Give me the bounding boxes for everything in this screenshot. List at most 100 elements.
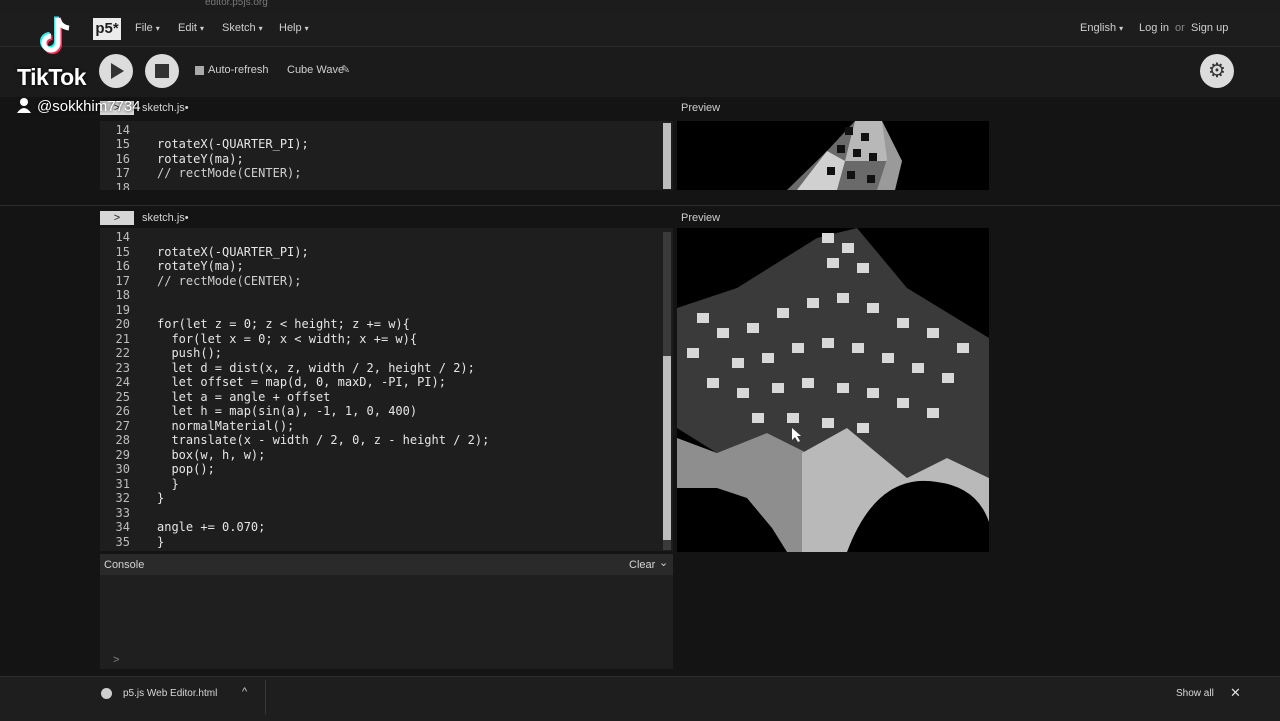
menu-sketch[interactable]: Sketch ▾ — [222, 22, 263, 34]
line-number: 16 — [115, 152, 130, 166]
code-text: let offset = map(d, 0, maxD, -PI, PI); — [157, 375, 446, 389]
file-tab-label: sketch.js — [142, 102, 185, 114]
chevron-up-icon[interactable]: ^ — [242, 686, 247, 698]
stop-icon — [155, 64, 169, 78]
line-number: 17 — [115, 166, 130, 180]
play-button[interactable] — [99, 54, 133, 88]
code-text: } — [157, 534, 165, 549]
download-item[interactable]: p5.js Web Editor.html — [123, 688, 217, 699]
code-text: rotateX(-QUARTER_PI); — [157, 137, 309, 151]
chevron-down-icon: ▾ — [304, 24, 309, 33]
line-number: 18 — [115, 181, 130, 190]
code-text: pop(); — [157, 462, 215, 476]
chevron-down-icon: ▾ — [258, 24, 263, 33]
preview-label: Preview — [681, 102, 721, 114]
code-editor[interactable]: 14 15 rotateX(-QUARTER_PI); 16 rotateY(ma); 1… — [100, 228, 673, 551]
user-icon — [17, 98, 31, 113]
menu-file[interactable]: File ▾ — [135, 22, 160, 34]
pencil-icon[interactable]: ✎ — [341, 63, 350, 76]
code-text: rotateY(ma); — [157, 152, 244, 166]
file-tab-sketch-js[interactable]: sketch.js• — [142, 212, 189, 224]
code-text: rotateY(ma); — [157, 259, 244, 273]
menu-edit[interactable]: Edit ▾ — [178, 22, 204, 34]
line-number: 31 — [115, 476, 130, 491]
line-number: 28 — [115, 433, 130, 447]
auto-refresh-checkbox[interactable] — [195, 66, 204, 75]
line-number: 22 — [115, 346, 130, 360]
show-all-button[interactable]: Show all — [1176, 688, 1214, 699]
code-text: translate(x - width / 2, 0, z - height /… — [157, 433, 490, 447]
menu-help[interactable]: Help ▾ — [279, 22, 309, 34]
stop-button[interactable] — [145, 54, 179, 88]
mini-preview-canvas — [677, 121, 989, 190]
login-link[interactable]: Log in — [1139, 22, 1169, 34]
address-bar-url[interactable]: editor.p5js.org — [205, 0, 268, 8]
tiktok-brand: TikTok — [17, 64, 87, 90]
line-number: 30 — [115, 462, 130, 476]
editor-scrollbar-thumb[interactable] — [663, 356, 671, 540]
tiktok-handle: @sokkhim7734 — [37, 98, 141, 115]
menu-sketch-label: Sketch — [222, 22, 256, 34]
mini-code-editor[interactable]: 14 15 rotateX(-QUARTER_PI); 16 rotateY(ma)… — [100, 121, 673, 190]
expand-sidebar-button[interactable]: > — [100, 211, 134, 225]
line-number: 27 — [115, 418, 130, 433]
p5-logo[interactable]: p5* — [93, 18, 121, 40]
settings-button[interactable]: ⚙ — [1200, 54, 1234, 88]
code-text: normalMaterial(); — [157, 418, 295, 433]
file-tab-label: sketch.js — [142, 212, 185, 224]
line-number: 14 — [115, 123, 130, 137]
file-tab-sketch-js[interactable]: sketch.js• — [142, 102, 189, 114]
line-number: 15 — [115, 244, 130, 259]
sketch-name[interactable]: Cube Wave — [287, 64, 344, 76]
chevron-down-icon: ▾ — [199, 24, 204, 33]
line-number: 16 — [115, 259, 130, 273]
line-number: 32 — [115, 491, 130, 505]
divider — [265, 680, 266, 714]
mini-editor-scrollbar[interactable] — [663, 123, 671, 189]
menu-help-label: Help — [279, 22, 302, 34]
signup-link[interactable]: Sign up — [1191, 22, 1228, 34]
console-clear-button[interactable]: Clear — [629, 559, 655, 571]
preview-label: Preview — [681, 212, 721, 224]
panel-divider — [0, 205, 1280, 206]
console-output[interactable] — [100, 575, 673, 669]
code-text: let h = map(sin(a), -1, 1, 0, 400) — [157, 404, 418, 418]
unsaved-indicator: • — [184, 212, 189, 224]
gear-icon: ⚙ — [1208, 60, 1226, 82]
chevron-down-icon[interactable]: ⌄ — [659, 556, 668, 569]
console-header — [100, 554, 673, 575]
code-text: rotateX(-QUARTER_PI); — [157, 244, 309, 259]
language-label: English — [1080, 22, 1117, 34]
close-icon[interactable]: ✕ — [1230, 685, 1241, 701]
menu-file-label: File — [135, 22, 153, 34]
line-number: 19 — [115, 302, 130, 317]
line-number: 33 — [115, 505, 130, 520]
line-number: 23 — [115, 360, 130, 375]
code-text: for(let x = 0; x < width; x += w){ — [157, 331, 418, 346]
code-text: // rectMode(CENTER); — [157, 273, 302, 288]
or-text: or — [1175, 22, 1185, 34]
chevron-down-icon: ▾ — [1119, 24, 1124, 33]
code-text: } — [157, 491, 165, 505]
play-icon — [111, 63, 124, 79]
line-number: 35 — [115, 534, 130, 549]
console-label: Console — [104, 559, 145, 571]
toolbar — [0, 47, 1280, 97]
line-number: 25 — [115, 389, 130, 404]
menu-edit-label: Edit — [178, 22, 197, 34]
chevron-down-icon: ▾ — [155, 24, 160, 33]
console-prompt[interactable]: > — [113, 654, 119, 666]
unsaved-indicator: • — [184, 102, 189, 114]
language-selector[interactable]: English ▾ — [1080, 22, 1123, 34]
auto-refresh-label: Auto-refresh — [208, 64, 269, 76]
line-number: 34 — [115, 520, 130, 534]
line-number: 17 — [115, 273, 130, 288]
line-number: 20 — [115, 317, 130, 331]
code-text: // rectMode(CENTER); — [157, 166, 302, 180]
line-number: 29 — [115, 447, 130, 462]
line-number: 18 — [115, 288, 130, 302]
code-text: box(w, h, w); — [157, 447, 266, 462]
code-text: let a = angle + offset — [157, 389, 331, 404]
line-number: 14 — [115, 230, 130, 244]
html-file-icon — [101, 688, 112, 699]
